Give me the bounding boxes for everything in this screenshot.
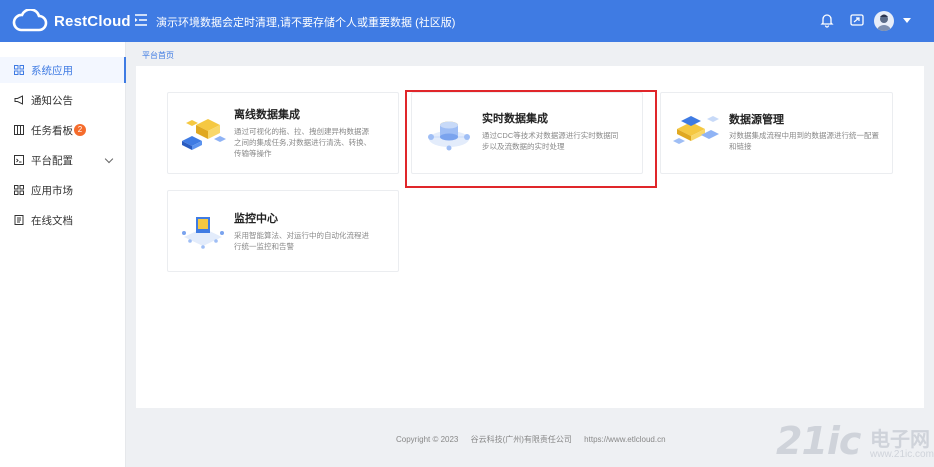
sidebar: 系统应用 通知公告 任务看板 2 平台配置 应用市场 在线文档 bbox=[0, 42, 126, 467]
bell-icon[interactable] bbox=[819, 12, 835, 28]
document-icon bbox=[13, 214, 25, 226]
sidebar-item-label: 在线文档 bbox=[31, 214, 73, 227]
sidebar-item-label: 应用市场 bbox=[31, 184, 73, 197]
footer: Copyright © 2023 谷云科技(广州)有限责任公司 https://… bbox=[396, 434, 676, 445]
chevron-down-icon bbox=[104, 154, 114, 164]
card-title: 离线数据集成 bbox=[234, 109, 300, 121]
footer-company: 谷云科技(广州)有限责任公司 bbox=[470, 435, 572, 444]
grid-icon bbox=[13, 184, 25, 196]
sidebar-item-online-docs[interactable]: 在线文档 bbox=[0, 207, 126, 233]
card-offline-integration[interactable]: 离线数据集成 通过可视化的拖、拉、拽创建异构数据源之间的集成任务,对数据进行清洗… bbox=[167, 92, 399, 174]
card-description: 采用智能算法、对运行中的自动化流程进行统一监控和告警 bbox=[234, 231, 369, 251]
config-icon bbox=[13, 154, 25, 166]
card-description: 通过可视化的拖、拉、拽创建异构数据源之间的集成任务,对数据进行清洗、转换、传输等… bbox=[234, 127, 372, 158]
user-menu-caret-icon[interactable] bbox=[903, 18, 911, 23]
card-title: 实时数据集成 bbox=[482, 113, 548, 125]
sidebar-item-label: 系统应用 bbox=[31, 64, 73, 77]
menu-toggle-icon[interactable] bbox=[134, 13, 148, 27]
footer-url[interactable]: https://www.etlcloud.cn bbox=[584, 435, 665, 444]
breadcrumb[interactable]: 平台首页 bbox=[142, 50, 174, 61]
logo[interactable]: RestCloud bbox=[12, 7, 131, 35]
watermark: 21ic 电子网 www.21ic.com bbox=[766, 415, 934, 467]
task-count-badge: 2 bbox=[74, 124, 86, 136]
datasource-illustration-icon bbox=[673, 116, 719, 144]
monitoring-illustration-icon bbox=[182, 217, 224, 249]
watermark-logo: 21ic bbox=[776, 419, 861, 463]
sidebar-item-task-board[interactable]: 任务看板 2 bbox=[0, 117, 126, 143]
board-icon bbox=[13, 124, 25, 136]
top-bar: RestCloud 演示环境数据会定时清理,请不要存储个人或重要数据 (社区版) bbox=[0, 0, 934, 42]
sidebar-item-notices[interactable]: 通知公告 bbox=[0, 87, 126, 113]
card-description: 对数据集成流程中用到的数据源进行统一配置和链接 bbox=[729, 131, 879, 151]
watermark-cn: 电子网 bbox=[870, 429, 930, 451]
card-title: 数据源管理 bbox=[729, 114, 784, 126]
demo-notice: 演示环境数据会定时清理,请不要存储个人或重要数据 (社区版) bbox=[156, 17, 456, 29]
avatar[interactable] bbox=[874, 11, 894, 31]
watermark-url: www.21ic.com bbox=[870, 449, 934, 460]
card-realtime-integration[interactable]: 实时数据集成 通过CDC等技术对数据源进行实时数据同步以及流数据的实时处理 bbox=[411, 92, 643, 174]
sidebar-item-label: 平台配置 bbox=[31, 154, 73, 167]
card-title: 监控中心 bbox=[234, 213, 278, 225]
avatar-image-icon bbox=[877, 14, 891, 31]
sidebar-item-label: 任务看板 bbox=[31, 124, 73, 137]
logo-text: RestCloud bbox=[54, 12, 131, 30]
card-description: 通过CDC等技术对数据源进行实时数据同步以及流数据的实时处理 bbox=[482, 131, 619, 151]
cloud-logo-icon bbox=[12, 9, 48, 32]
footer-copyright: Copyright © 2023 bbox=[396, 435, 459, 444]
megaphone-icon bbox=[13, 94, 25, 106]
grid-icon bbox=[13, 64, 25, 76]
sidebar-item-platform-config[interactable]: 平台配置 bbox=[0, 147, 126, 173]
sidebar-item-label: 通知公告 bbox=[31, 94, 73, 107]
sidebar-item-app-market[interactable]: 应用市场 bbox=[0, 177, 126, 203]
card-datasource-management[interactable]: 数据源管理 对数据集成流程中用到的数据源进行统一配置和链接 bbox=[660, 92, 893, 174]
offline-integration-illustration-icon bbox=[182, 119, 226, 150]
realtime-integration-illustration-icon bbox=[428, 121, 470, 151]
sidebar-item-system-apps[interactable]: 系统应用 bbox=[0, 57, 126, 83]
card-monitoring-center[interactable]: 监控中心 采用智能算法、对运行中的自动化流程进行统一监控和告警 bbox=[167, 190, 399, 272]
share-icon[interactable] bbox=[849, 12, 865, 28]
